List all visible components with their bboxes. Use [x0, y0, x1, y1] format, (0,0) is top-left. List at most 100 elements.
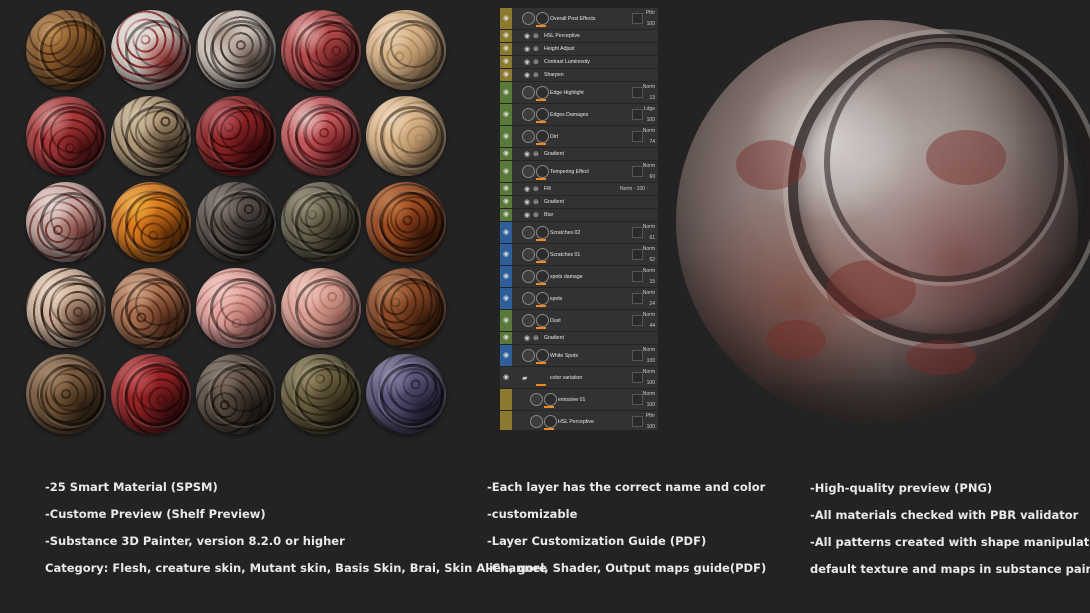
visibility-eye-icon[interactable]: ◉	[502, 317, 510, 325]
visibility-eye-icon[interactable]: ◉	[502, 334, 510, 342]
opacity-value[interactable]: 100	[647, 358, 655, 364]
blend-mode-label[interactable]: Norm	[643, 224, 655, 230]
visibility-eye-icon[interactable]: ◉	[502, 295, 510, 303]
opacity-value[interactable]: 61	[649, 235, 655, 241]
effect-visibility-icon[interactable]: ◉	[524, 45, 530, 53]
opacity-value[interactable]: 100	[647, 117, 655, 123]
layer-checkbox[interactable]	[632, 293, 643, 304]
visibility-eye-icon[interactable]: ◉	[502, 352, 510, 360]
visibility-eye-icon[interactable]: ◉	[502, 273, 510, 281]
effect-visibility-icon[interactable]: ◉	[524, 211, 530, 219]
layer-checkbox[interactable]	[632, 131, 643, 142]
layer-row[interactable]: ◉ ◉ ⊛ Fill Norm · 100 ·	[500, 183, 658, 196]
layer-row[interactable]: ◉ Dirt Norm 74	[500, 126, 658, 148]
layer-checkbox[interactable]	[632, 271, 643, 282]
layer-row[interactable]: ◉ Edge Highlight Norm 13	[500, 82, 658, 104]
blend-mode-label[interactable]: Norm	[643, 246, 655, 252]
effect-visibility-icon[interactable]: ◉	[524, 334, 530, 342]
visibility-eye-icon[interactable]: ◉	[502, 168, 510, 176]
layer-checkbox[interactable]	[632, 87, 643, 98]
layer-row[interactable]: ◉ ◉ ⊛ Gradient	[500, 196, 658, 209]
layer-row[interactable]: ◉ spots Norm 24	[500, 288, 658, 310]
effect-visibility-icon[interactable]: ◉	[524, 58, 530, 66]
effect-visibility-icon[interactable]: ◉	[524, 71, 530, 79]
visibility-eye-icon[interactable]: ◉	[502, 198, 510, 206]
layer-row[interactable]: ◉ ◉ ⊛ Gradient	[500, 332, 658, 345]
opacity-value[interactable]: 74	[649, 139, 655, 145]
layer-checkbox[interactable]	[632, 372, 643, 383]
opacity-value[interactable]: 100	[647, 21, 655, 27]
blend-mode-label[interactable]: Norm	[643, 84, 655, 90]
layer-row[interactable]: ◉ Tempering Effect Norm 60	[500, 161, 658, 183]
layer-row[interactable]: ◉ ◉ ⊛ Height Adjust	[500, 43, 658, 56]
opacity-value[interactable]: 52	[649, 257, 655, 263]
visibility-eye-icon[interactable]: ◉	[502, 111, 510, 119]
opacity-value[interactable]: 100	[647, 380, 655, 386]
opacity-value[interactable]: 13	[649, 95, 655, 101]
visibility-eye-icon[interactable]: ◉	[502, 32, 510, 40]
visibility-eye-icon[interactable]: ◉	[502, 211, 510, 219]
inline-blend-mode[interactable]: Norm · 100 ·	[620, 186, 648, 192]
opacity-value[interactable]: 15	[649, 279, 655, 285]
effect-visibility-icon[interactable]: ◉	[524, 198, 530, 206]
mask-thumbnail	[536, 12, 549, 25]
layer-checkbox[interactable]	[632, 227, 643, 238]
layer-row[interactable]: ◉ ◉ ⊛ HSL Perceptive	[500, 30, 658, 43]
layer-row[interactable]: ◉ White Spots Norm 100	[500, 345, 658, 367]
blend-mode-label[interactable]: Norm	[643, 312, 655, 318]
opacity-value[interactable]: 100	[647, 424, 655, 430]
layer-row[interactable]: ◉ ◉ ⊛ Sharpen	[500, 69, 658, 82]
layer-row[interactable]: ◉ Dust Norm 44	[500, 310, 658, 332]
layer-row[interactable]: ◉ Edges Damages Ldge 100	[500, 104, 658, 126]
material-sphere	[111, 10, 191, 90]
layer-checkbox[interactable]	[632, 249, 643, 260]
visibility-eye-icon[interactable]: ◉	[502, 251, 510, 259]
layer-checkbox[interactable]	[632, 416, 643, 427]
visibility-eye-icon[interactable]: ◉	[502, 89, 510, 97]
layer-row[interactable]: ◉ Scratches 02 Norm 61	[500, 222, 658, 244]
layer-checkbox[interactable]	[632, 109, 643, 120]
visibility-eye-icon[interactable]: ◉	[502, 150, 510, 158]
visibility-eye-icon[interactable]: ◉	[502, 374, 510, 382]
opacity-value[interactable]: 44	[649, 323, 655, 329]
visibility-eye-icon[interactable]: ◉	[502, 15, 510, 23]
layer-row[interactable]: emissive 01 Norm 100	[500, 389, 658, 411]
effect-visibility-icon[interactable]: ◉	[524, 32, 530, 40]
blend-mode-label[interactable]: Norm	[643, 391, 655, 397]
layer-row[interactable]: HSL Perceptive Pthr 100	[500, 411, 658, 430]
visibility-eye-icon[interactable]: ◉	[502, 229, 510, 237]
layer-checkbox[interactable]	[632, 394, 643, 405]
layer-row[interactable]: ◉ Overall Post Effects Pthr 100	[500, 8, 658, 30]
blend-mode-label[interactable]: Pthr	[646, 413, 655, 419]
layer-row[interactable]: ◉ spots damage Norm 15	[500, 266, 658, 288]
layer-checkbox[interactable]	[632, 315, 643, 326]
visibility-eye-icon[interactable]: ◉	[502, 133, 510, 141]
layer-checkbox[interactable]	[632, 350, 643, 361]
visibility-eye-icon[interactable]: ◉	[502, 58, 510, 66]
blend-mode-label[interactable]: Pthr	[646, 10, 655, 16]
effect-visibility-icon[interactable]: ◉	[524, 185, 530, 193]
layer-checkbox[interactable]	[632, 13, 643, 24]
blend-mode-label[interactable]: Norm	[643, 163, 655, 169]
layer-row[interactable]: ◉ ◉ ⊛ Gradient	[500, 148, 658, 161]
visibility-eye-icon[interactable]: ◉	[502, 45, 510, 53]
effect-visibility-icon[interactable]: ◉	[524, 150, 530, 158]
blend-mode-label[interactable]: Norm	[643, 369, 655, 375]
blend-mode-label[interactable]: Norm	[643, 268, 655, 274]
opacity-value[interactable]: 100	[647, 402, 655, 408]
visibility-eye-icon[interactable]: ◉	[502, 71, 510, 79]
layer-row[interactable]: ◉ ◉ ⊛ Blur	[500, 209, 658, 222]
visibility-eye-icon[interactable]: ◉	[502, 185, 510, 193]
layer-row[interactable]: ◉ ▰ color variation Norm 100	[500, 367, 658, 389]
blend-mode-label[interactable]: Norm	[643, 128, 655, 134]
layer-thumbnail	[522, 270, 535, 283]
blend-mode-label[interactable]: Ldge	[644, 106, 655, 112]
blend-mode-label[interactable]: Norm	[643, 347, 655, 353]
layer-row[interactable]: ◉ Scratches 01 Norm 52	[500, 244, 658, 266]
layer-row[interactable]: ◉ ◉ ⊛ Contrast Luminosity	[500, 56, 658, 69]
blend-mode-label[interactable]: Norm	[643, 290, 655, 296]
layer-checkbox[interactable]	[632, 166, 643, 177]
opacity-value[interactable]: 60	[649, 174, 655, 180]
mask-indicator	[536, 305, 546, 307]
opacity-value[interactable]: 24	[649, 301, 655, 307]
